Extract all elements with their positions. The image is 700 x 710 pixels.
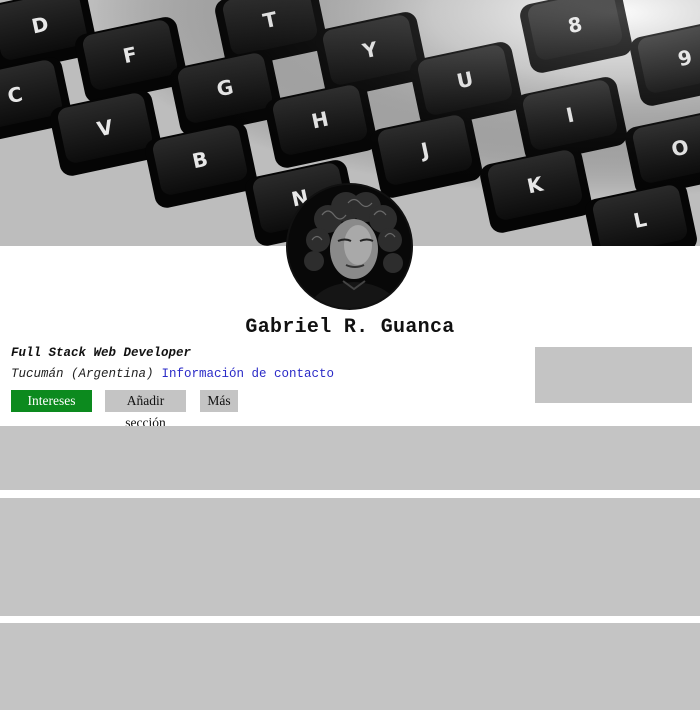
more-button[interactable]: Más [200, 390, 238, 412]
profile-headline: Full Stack Web Developer [11, 346, 192, 360]
side-placeholder-box [535, 347, 692, 403]
profile-portrait-image [288, 185, 411, 308]
interests-button[interactable]: Intereses [11, 390, 92, 412]
contact-info-link[interactable]: Información de contacto [162, 367, 335, 381]
add-section-button[interactable]: Añadir sección [105, 390, 186, 430]
content-section-placeholder [0, 623, 700, 710]
location-row: Tucumán (Argentina) Información de contac… [11, 367, 334, 381]
content-section-placeholder [0, 426, 700, 490]
content-section-placeholder [0, 498, 700, 616]
profile-name: Gabriel R. Guanca [245, 316, 455, 339]
avatar[interactable] [286, 183, 413, 310]
profile-location: Tucumán (Argentina) [11, 367, 154, 381]
